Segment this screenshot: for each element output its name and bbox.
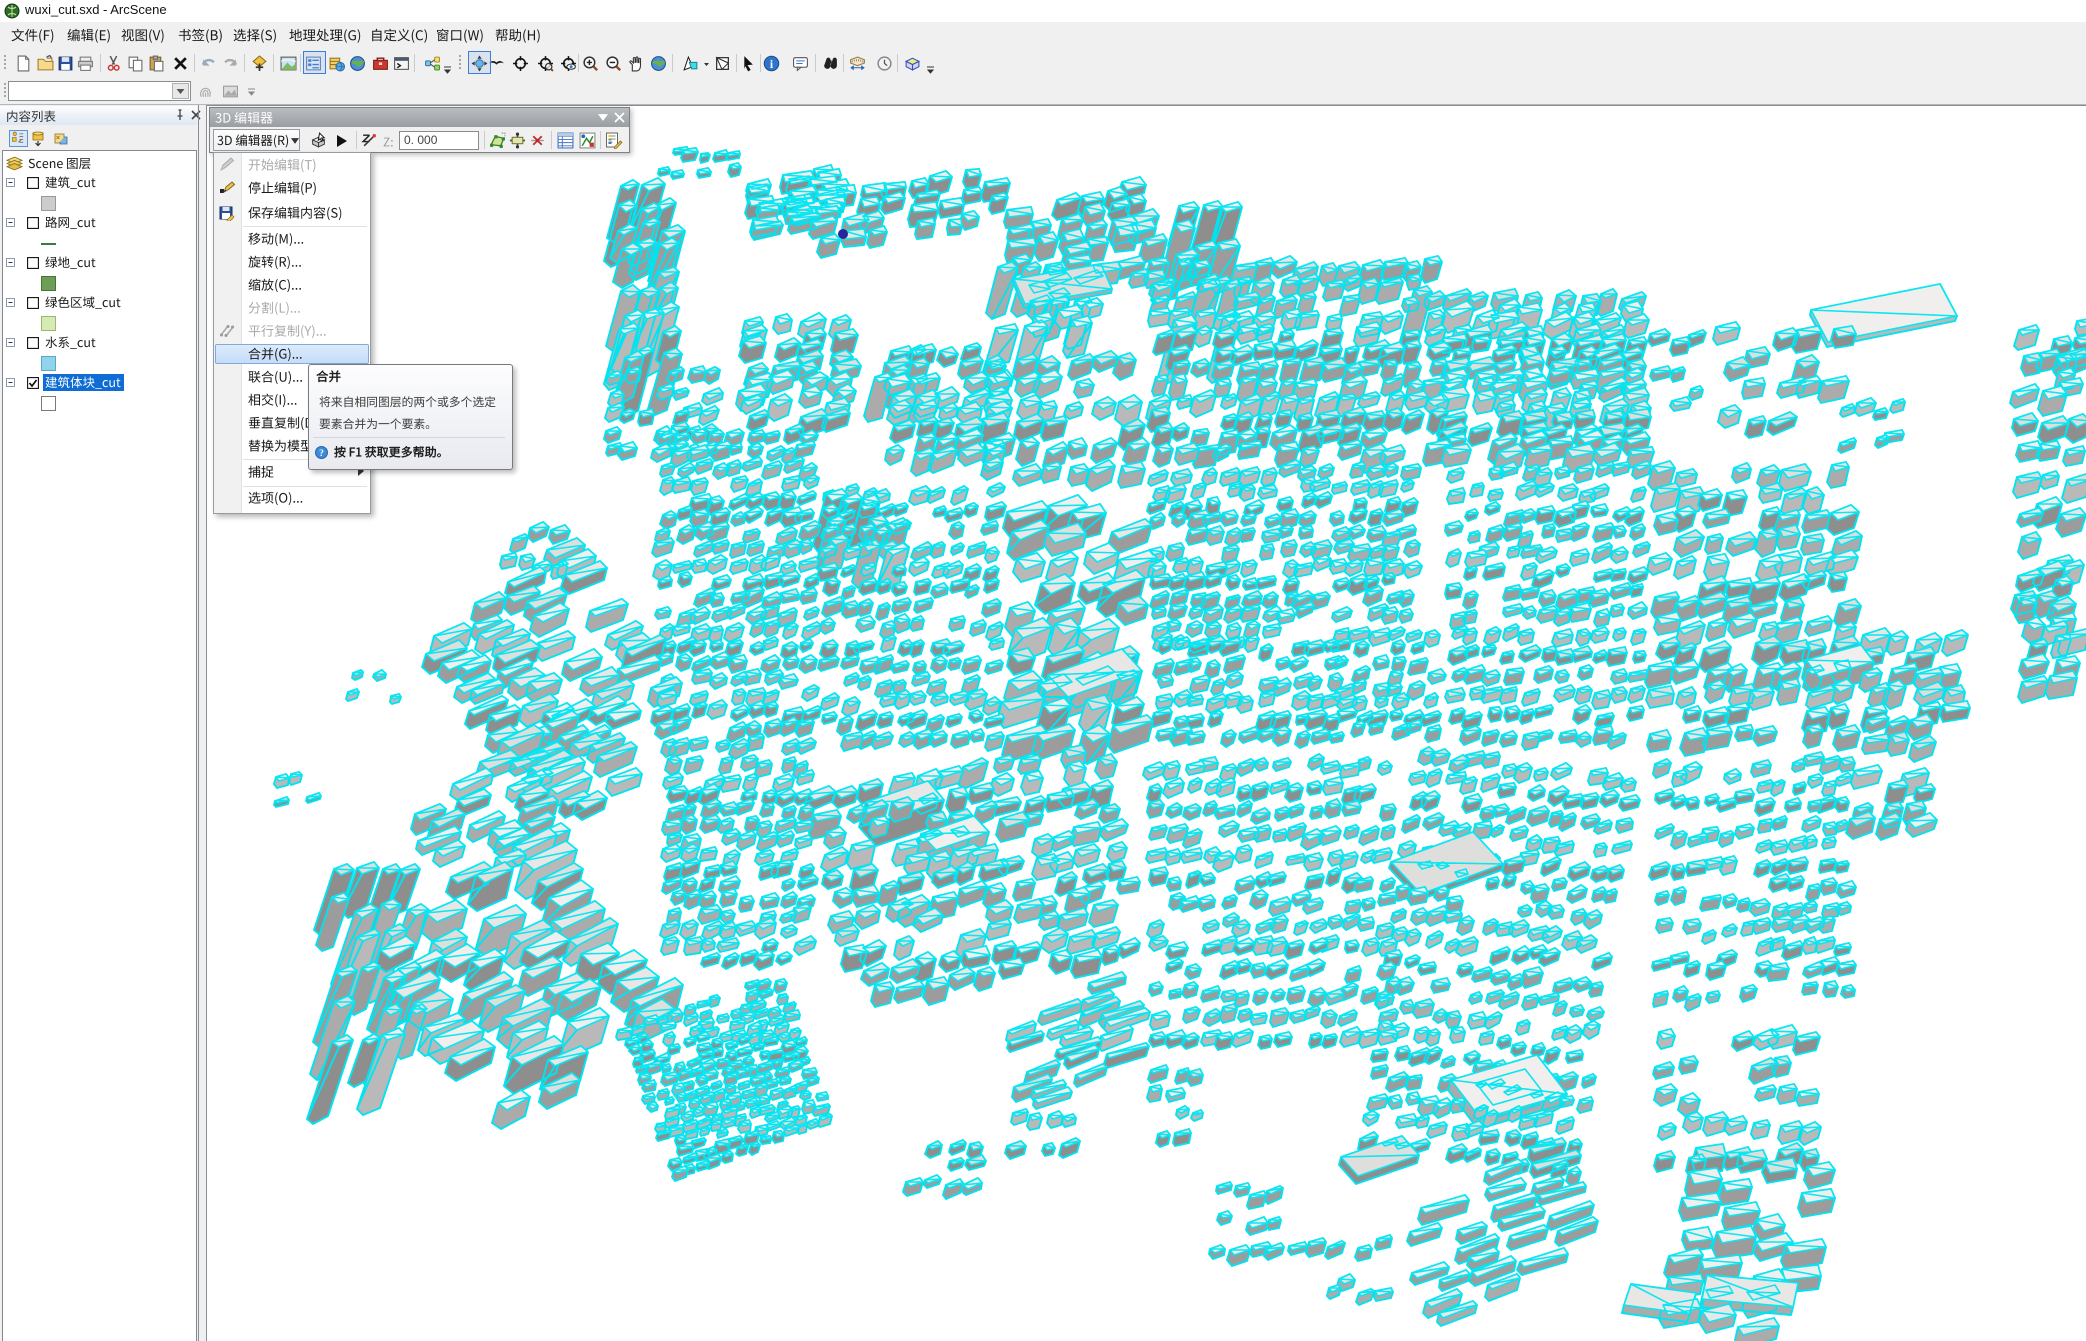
svg-text:?: ?: [319, 449, 324, 459]
